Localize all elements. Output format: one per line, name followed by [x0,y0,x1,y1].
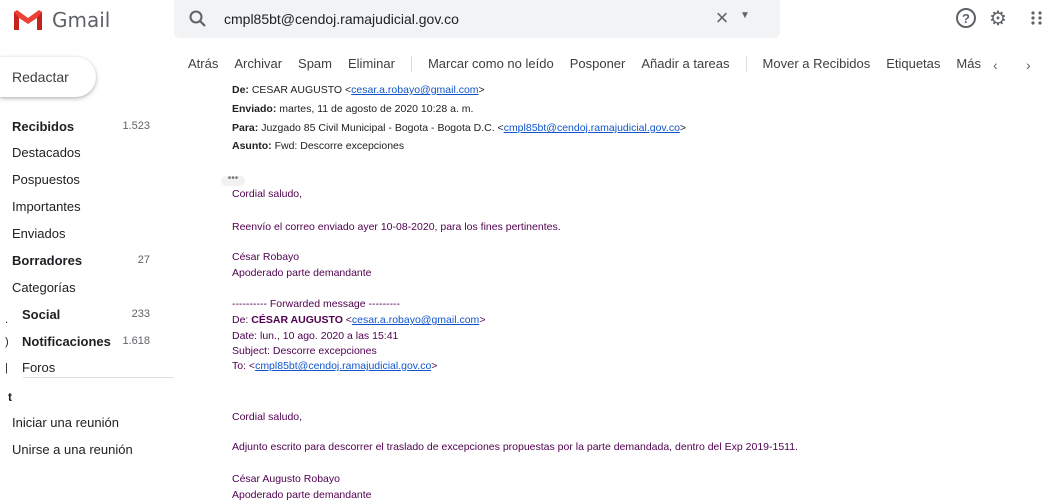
meet-start-link[interactable]: Iniciar una reunión [0,410,174,436]
apps-grid-icon[interactable] [1030,10,1043,26]
from-bracket: > [478,84,485,96]
sidebar-item-drafts[interactable]: Borradores 27 [0,248,174,274]
archive-button[interactable]: Archivar [234,56,282,74]
move-to-inbox-button[interactable]: Mover a Recibidos [763,56,871,74]
forwarded-date-line: Date: lun., 10 ago. 2020 a las 15:41 [232,330,399,342]
nav-count: 233 [131,308,150,320]
next-message-icon[interactable]: › [1026,57,1031,73]
quoted-from-line: De: CESAR AUGUSTO <cesar.a.robayo@gmail.… [232,84,485,96]
labels-button[interactable]: Etiquetas [886,56,940,74]
sidebar-item-snoozed[interactable]: Pospuestos [0,167,174,193]
sidebar-item-social[interactable]: Social 233 [0,302,174,328]
search-input[interactable]: cmpl85bt@cendoj.ramajudicial.gov.co [224,11,459,27]
search-options-icon[interactable]: ▼ [740,10,750,21]
nav-label: Notificaciones [22,334,111,349]
nav-count: 27 [137,254,150,266]
delete-button[interactable]: Eliminar [348,56,395,74]
nav-label: Enviados [12,226,66,241]
toolbar-divider [745,56,747,72]
clear-search-icon[interactable]: × [710,7,734,29]
nav-count: 1.618 [122,335,150,347]
nav-label: Recibidos [12,119,75,134]
signature-name: César Augusto Robayo [232,473,340,485]
sidebar-item-updates[interactable]: Notificaciones 1.618 [0,329,174,355]
forwarded-to-line: To: <cmpl85bt@cendoj.ramajudicial.gov.co… [232,360,437,372]
nav-label: Unirse a una reunión [12,442,133,457]
sidebar-divider [23,377,174,378]
spam-button[interactable]: Spam [298,56,332,74]
forwarded-subject-line: Subject: Descorre excepciones [232,345,377,357]
sidebar-item-sent[interactable]: Enviados [0,221,174,247]
from-email-link[interactable]: cesar.a.robayo@gmail.com [351,84,478,96]
search-icon[interactable] [188,9,208,29]
body-text: Reenvío el correo enviado ayer 10-08-202… [232,221,561,233]
greeting-text: Cordial saludo, [232,411,303,423]
subject-label: Asunto: [232,140,272,152]
fwd-bracket: > [479,314,486,326]
nav-label: Categorías [12,280,76,295]
body-text: Adjunto escrito para descorrer el trasla… [232,441,798,453]
sidebar-item-inbox[interactable]: Recibidos 1.523 [0,114,174,140]
mark-unread-button[interactable]: Marcar como no leído [428,56,554,74]
forwarded-header: ---------- Forwarded message --------- [232,298,400,310]
prev-message-icon[interactable]: ‹ [993,57,998,73]
gmail-logo[interactable]: Gmail [12,8,110,32]
sidebar-item-important[interactable]: Importantes [0,194,174,220]
toolbar-divider [410,56,412,72]
fwd-to-label: To: < [232,360,256,372]
more-button[interactable]: Más [956,56,981,74]
from-label: De: [232,84,249,96]
fwd-from-label: De: [232,314,249,326]
settings-gear-icon[interactable]: ⚙ [989,6,1007,31]
subject-value: Fwd: Descorre excepciones [274,140,405,152]
from-name: CESAR AUGUSTO [251,84,343,96]
signature-name: César Robayo [232,251,300,263]
sidebar-item-starred[interactable]: Destacados [0,140,174,166]
nav-label: Social [22,307,61,322]
snooze-button[interactable]: Posponer [570,56,626,74]
forwarded-from-line: De: CÉSAR AUGUSTO <cesar.a.robayo@gmail.… [232,314,485,326]
quoted-to-line: Para: Juzgado 85 Civil Municipal - Bogot… [232,122,686,134]
nav-label: Pospuestos [12,172,80,187]
fwd-from-email-link[interactable]: cesar.a.robayo@gmail.com [352,314,479,326]
to-email-link[interactable]: cmpl85bt@cendoj.ramajudicial.gov.co [504,122,680,134]
greeting-text: Cordial saludo, [232,188,303,200]
to-bracket: > [679,122,687,134]
sent-label: Enviado: [232,103,277,115]
app-title: Gmail [52,8,111,32]
nav-label: Iniciar una reunión [12,415,119,430]
help-icon[interactable]: ? [956,8,976,28]
message-toolbar: Atrás Archivar Spam Eliminar Marcar como… [188,56,997,74]
show-trimmed-content-button[interactable]: ••• [221,174,245,186]
nav-count: 1.523 [122,120,150,132]
sidebar-item-categories[interactable]: Categorías [0,275,174,301]
to-label: Para: [232,122,259,134]
meet-section-marker: t [8,390,12,404]
add-to-tasks-button[interactable]: Añadir a tareas [641,56,729,74]
compose-label: Redactar [12,69,69,85]
nav-label: Importantes [12,199,81,214]
fwd-bracket: > [431,360,438,372]
fwd-to-email-link[interactable]: cmpl85bt@cendoj.ramajudicial.gov.co [255,360,431,372]
nav-label: Foros [22,360,56,375]
quoted-subject-line: Asunto: Fwd: Descorre excepciones [232,140,404,152]
meet-join-link[interactable]: Unirse a una reunión [0,437,174,463]
sent-value: martes, 11 de agosto de 2020 10:28 a. m. [279,103,474,115]
quoted-sent-line: Enviado: martes, 11 de agosto de 2020 10… [232,103,473,115]
search-bar[interactable]: cmpl85bt@cendoj.ramajudicial.gov.co × ▼ [174,0,780,38]
gmail-m-icon [14,10,42,30]
nav-label: Borradores [12,253,83,268]
to-value: Juzgado 85 Civil Municipal - Bogota - Bo… [261,122,504,134]
back-button[interactable]: Atrás [188,56,218,74]
signature-role: Apoderado parte demandante [232,267,372,279]
compose-button[interactable]: Redactar [0,57,96,97]
fwd-from-name: CÉSAR AUGUSTO [251,314,343,326]
nav-label: Destacados [12,145,81,160]
signature-role: Apoderado parte demandante [232,489,372,501]
